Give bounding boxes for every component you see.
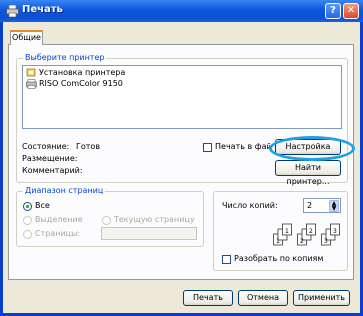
range-pages-radio[interactable] — [23, 230, 32, 239]
print-to-file-checkbox[interactable] — [203, 143, 212, 152]
print-button[interactable]: Печать — [183, 290, 233, 306]
status-label: Состояние: — [22, 142, 70, 151]
range-current-page-label[interactable]: Текущую страницу — [114, 215, 195, 224]
printer-list[interactable]: Установка принтера RISO ComColor 9150 — [22, 65, 342, 129]
page-range-legend: Диапазон страниц — [23, 186, 106, 195]
printer-icon — [26, 79, 37, 89]
list-item-label: Установка принтера — [39, 68, 126, 77]
copies-value[interactable]: 2 — [307, 201, 312, 210]
location-label: Размещение: — [22, 154, 78, 163]
comment-label: Комментарий: — [22, 166, 83, 175]
svg-text:2: 2 — [309, 228, 313, 235]
range-selection-radio[interactable] — [23, 216, 32, 225]
range-all-radio[interactable] — [23, 202, 32, 211]
help-button[interactable]: ? — [325, 3, 341, 19]
spin-up-down-icon[interactable]: ▲ ▼ — [329, 200, 339, 212]
svg-text:3: 3 — [324, 238, 328, 245]
cancel-button[interactable]: Отмена — [238, 290, 288, 306]
printer-group: Выберите принтер Установка принтера RISO… — [16, 53, 348, 186]
range-pages-label[interactable]: Страницы: — [35, 229, 80, 238]
range-selection-label[interactable]: Выделение — [35, 215, 83, 224]
copies-group: Число копий: 2 ▲ ▼ 1 1 2 2 3 3 Разобрать… — [213, 191, 348, 271]
status-value: Готов — [76, 142, 101, 151]
list-item-label: RISO ComColor 9150 — [39, 79, 123, 88]
copies-stepper[interactable]: 2 ▲ ▼ — [303, 198, 341, 213]
printer-icon — [6, 5, 19, 17]
window-title: Печать — [22, 4, 63, 15]
copies-label: Число копий: — [222, 201, 278, 210]
radio-selected-dot — [26, 205, 29, 208]
close-button[interactable]: ✕ — [343, 3, 359, 19]
collate-checkbox[interactable] — [222, 255, 231, 264]
dialog-client-area: Общие Выберите принтер Установка принтер… — [3, 22, 360, 313]
page-range-group: Диапазон страниц Все Выделение Текущую с… — [16, 186, 204, 247]
printer-group-legend: Выберите принтер — [23, 53, 107, 62]
find-printer-button[interactable]: Найти принтер... — [275, 160, 341, 186]
range-current-page-radio[interactable] — [102, 216, 111, 225]
range-all-label[interactable]: Все — [35, 201, 50, 210]
svg-text:1: 1 — [285, 228, 289, 235]
collate-pages-icon: 11 22 33 — [273, 223, 340, 246]
print-to-file-label[interactable]: Печать в файл — [215, 142, 270, 151]
pages-input[interactable] — [101, 227, 197, 240]
tab-general[interactable]: Общие — [10, 30, 43, 45]
svg-text:2: 2 — [300, 238, 304, 245]
svg-text:3: 3 — [333, 228, 337, 235]
collate-label[interactable]: Разобрать по копиям — [234, 254, 323, 263]
print-dialog: Печать ? ✕ Общие Выберите принтер Устано… — [0, 0, 363, 316]
title-bar[interactable]: Печать ? ✕ — [0, 0, 363, 22]
svg-text:1: 1 — [276, 238, 280, 245]
settings-highlight-annotation — [269, 136, 355, 161]
general-tab-panel: Выберите принтер Установка принтера RISO… — [8, 44, 354, 280]
apply-button[interactable]: Применить — [293, 290, 350, 306]
add-printer-icon — [26, 68, 36, 77]
